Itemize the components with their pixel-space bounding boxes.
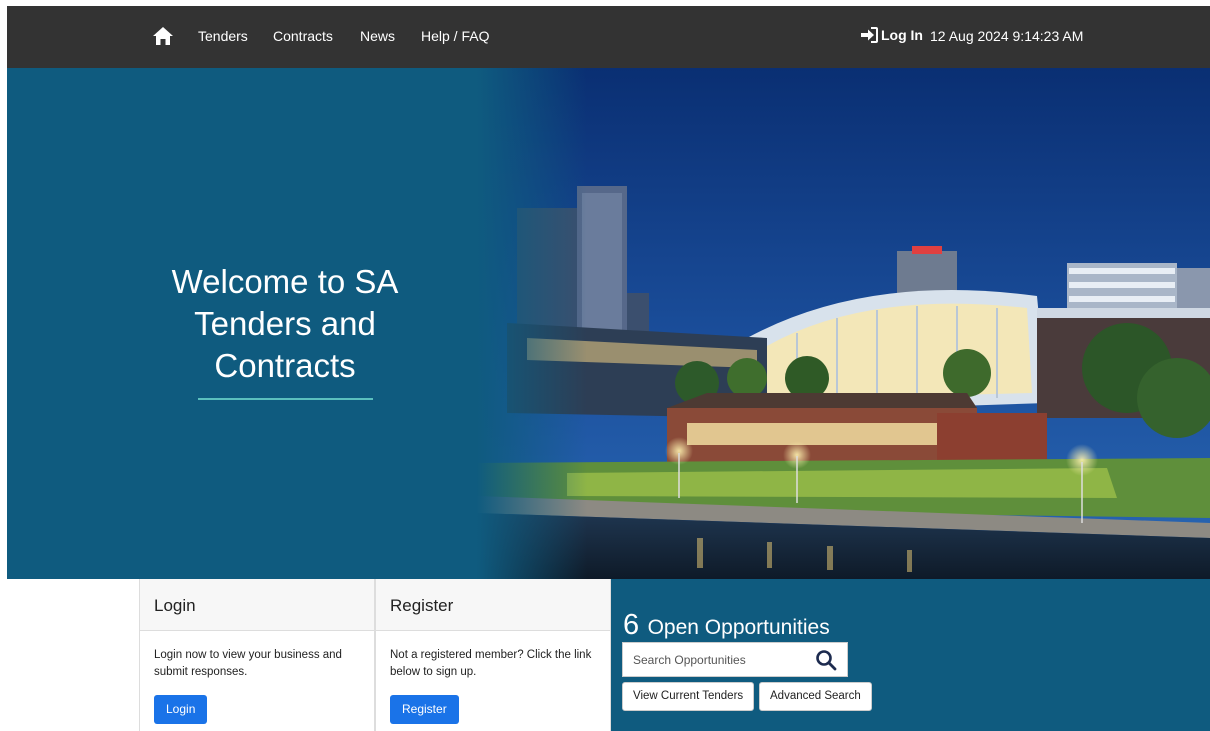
opportunities-panel: 6 Open Opportunities View Current Tender… xyxy=(611,579,1210,731)
welcome-heading: Welcome to SA Tenders and Contracts xyxy=(135,261,435,387)
login-button[interactable]: Login xyxy=(154,695,208,724)
welcome-line: Welcome to SA xyxy=(171,263,399,300)
current-datetime: 12 Aug 2024 9:14:23 AM xyxy=(930,28,1084,44)
view-current-tenders-button[interactable]: View Current Tenders xyxy=(622,682,755,711)
home-icon[interactable] xyxy=(152,26,174,46)
nav-link-help-faq[interactable]: Help / FAQ xyxy=(421,28,489,44)
nav-login-label: Log In xyxy=(881,27,923,43)
heading-underline xyxy=(198,398,373,400)
register-card-title: Register xyxy=(376,579,610,631)
register-card: Register Not a registered member? Click … xyxy=(375,579,611,731)
nav-login-link[interactable]: Log In xyxy=(859,25,923,45)
nav-link-contracts[interactable]: Contracts xyxy=(273,28,333,44)
login-card: Login Login now to view your business an… xyxy=(139,579,375,731)
advanced-search-button[interactable]: Advanced Search xyxy=(759,682,872,711)
sign-in-icon xyxy=(861,27,878,43)
login-card-title: Login xyxy=(140,579,374,631)
browser-page: Tenders Contracts News Help / FAQ Log In… xyxy=(7,6,1210,731)
opportunities-heading: 6 Open Opportunities xyxy=(623,609,830,642)
search-icon[interactable] xyxy=(815,649,837,671)
register-card-text: Not a registered member? Click the link … xyxy=(390,649,592,678)
hero-banner: Welcome to SA Tenders and Contracts xyxy=(7,68,1210,579)
search-box xyxy=(622,642,848,677)
welcome-line: Contracts xyxy=(214,347,356,384)
nav-link-news[interactable]: News xyxy=(360,28,395,44)
opportunities-count: 6 xyxy=(623,609,640,641)
nav-link-tenders[interactable]: Tenders xyxy=(198,28,248,44)
welcome-line: Tenders and xyxy=(194,305,376,342)
search-opportunities-input[interactable] xyxy=(623,643,813,676)
top-nav: Tenders Contracts News Help / FAQ Log In… xyxy=(7,6,1210,68)
opportunities-label: Open Opportunities xyxy=(647,616,830,639)
login-card-text: Login now to view your business and subm… xyxy=(154,649,342,678)
register-button[interactable]: Register xyxy=(390,695,459,724)
